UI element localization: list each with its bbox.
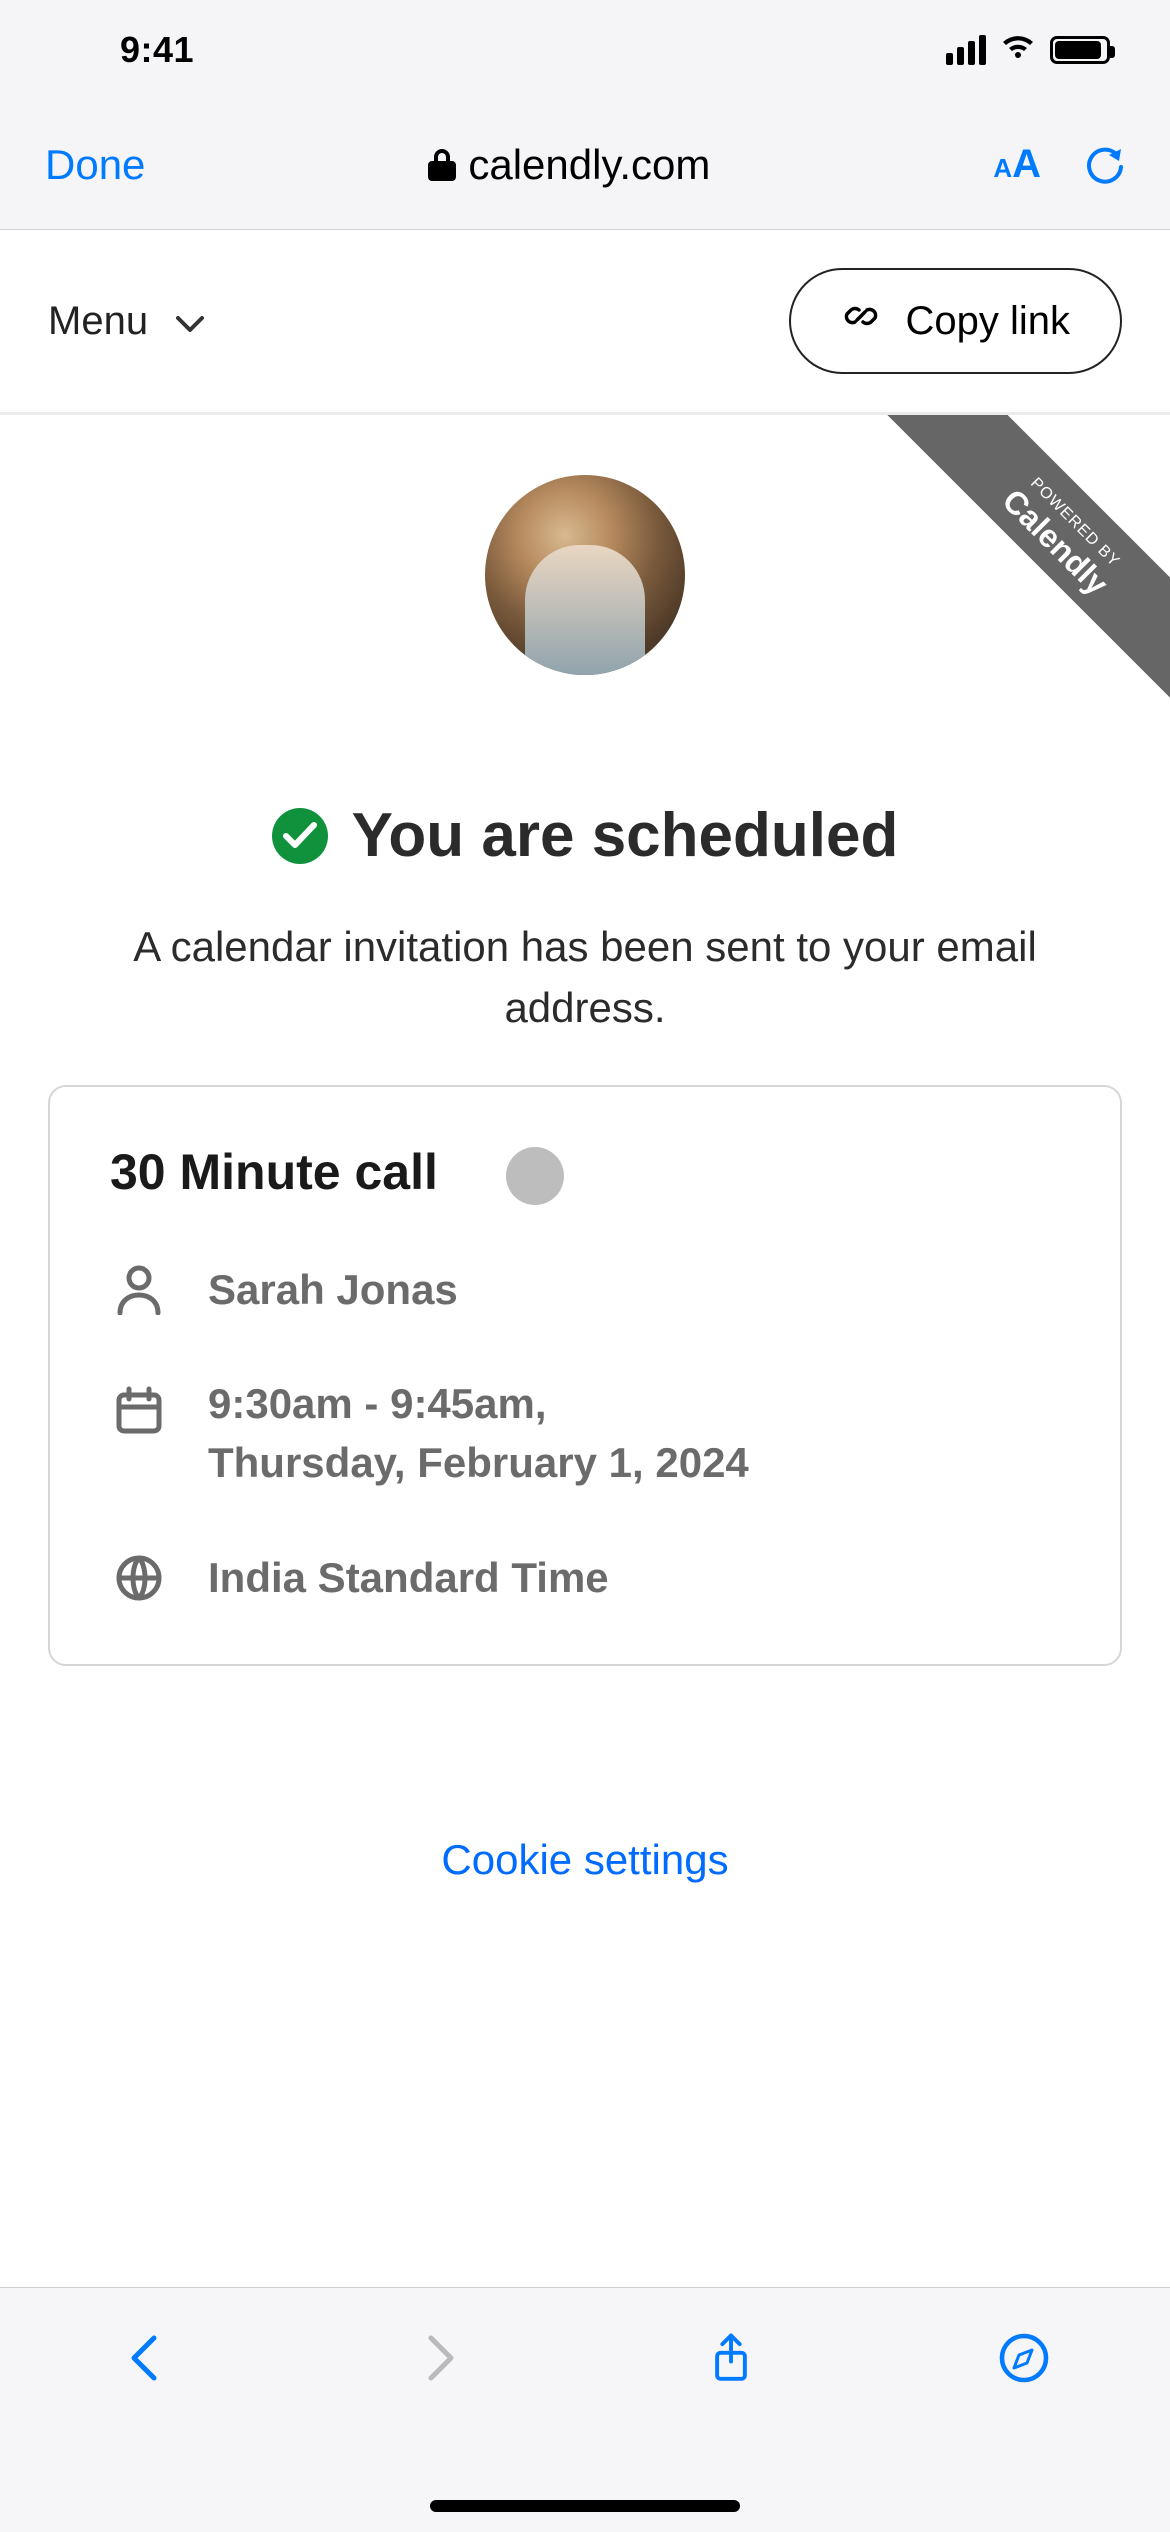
confirmation-headline: You are scheduled <box>48 800 1122 871</box>
cellular-icon <box>946 35 986 65</box>
status-bar: 9:41 <box>0 0 1170 100</box>
check-circle-icon <box>272 808 328 864</box>
menu-label: Menu <box>48 299 148 344</box>
wifi-icon <box>1000 34 1036 67</box>
person-icon <box>110 1265 168 1315</box>
forward-button[interactable] <box>409 2328 469 2388</box>
link-icon <box>841 296 881 346</box>
safari-compass-button[interactable] <box>994 2328 1054 2388</box>
copy-link-label: Copy link <box>905 299 1070 344</box>
text-size-button[interactable]: AA <box>993 142 1041 187</box>
host-row: Sarah Jonas <box>110 1261 1060 1320</box>
lock-icon <box>428 149 456 181</box>
host-name: Sarah Jonas <box>208 1261 458 1320</box>
host-avatar <box>485 475 685 675</box>
status-indicators <box>946 34 1110 67</box>
content-area: POWERED BY Calendly You are scheduled A … <box>0 415 1170 2375</box>
event-time: 9:30am - 9:45am, <box>208 1380 547 1427</box>
text-size-small-a: A <box>993 153 1012 183</box>
done-button[interactable]: Done <box>45 141 145 189</box>
address-bar[interactable]: calendly.com <box>428 141 710 189</box>
chevron-down-icon <box>176 299 204 344</box>
reload-button[interactable] <box>1085 145 1125 185</box>
timezone-text: India Standard Time <box>208 1549 609 1608</box>
ribbon-big-text: Calendly <box>890 415 1170 708</box>
menu-button[interactable]: Menu <box>48 299 204 344</box>
globe-icon <box>110 1553 168 1603</box>
event-date: Thursday, February 1, 2024 <box>208 1439 749 1486</box>
home-indicator <box>430 2500 740 2512</box>
powered-by-ribbon[interactable]: POWERED BY Calendly <box>870 415 1170 715</box>
headline-text: You are scheduled <box>352 800 899 871</box>
page-header: Menu Copy link <box>0 230 1170 415</box>
url-text: calendly.com <box>468 141 710 189</box>
timezone-row: India Standard Time <box>110 1549 1060 1608</box>
back-button[interactable] <box>116 2328 176 2388</box>
battery-icon <box>1050 36 1110 64</box>
status-time: 9:41 <box>120 29 194 71</box>
event-card: 30 Minute call Sarah Jonas 9:30am - 9:45… <box>48 1085 1122 1666</box>
confirmation-subhead: A calendar invitation has been sent to y… <box>48 917 1122 1039</box>
cookie-settings-link[interactable]: Cookie settings <box>441 1836 728 1883</box>
datetime-row: 9:30am - 9:45am, Thursday, February 1, 2… <box>110 1375 1060 1493</box>
cursor-dot <box>506 1147 564 1205</box>
browser-top-bar: Done calendly.com AA <box>0 100 1170 230</box>
calendar-icon <box>110 1385 168 1435</box>
text-size-large-a: A <box>1012 142 1041 186</box>
copy-link-button[interactable]: Copy link <box>789 268 1122 374</box>
share-button[interactable] <box>701 2328 761 2388</box>
browser-bottom-bar <box>0 2287 1170 2532</box>
event-title: 30 Minute call <box>110 1144 438 1200</box>
